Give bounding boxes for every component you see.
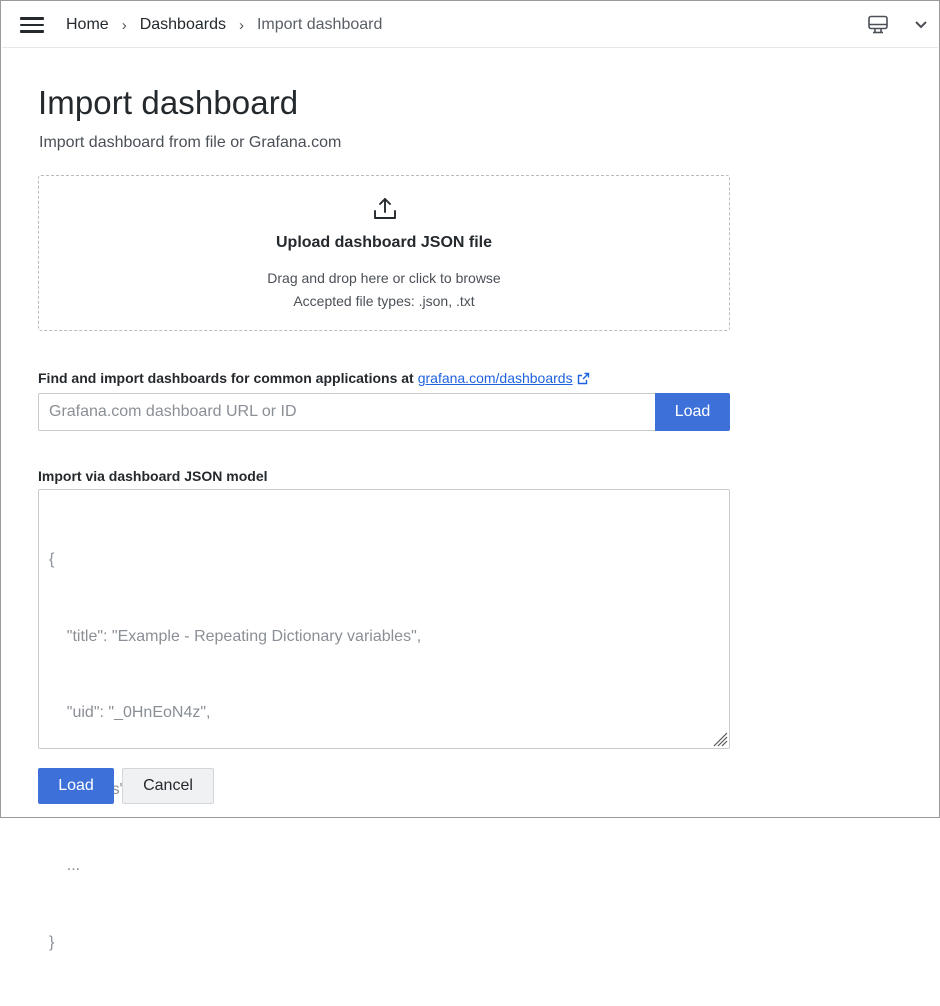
dropzone-accepted-types: Accepted file types: .json, .txt <box>293 293 475 309</box>
dropzone-title: Upload dashboard JSON file <box>275 234 493 251</box>
gcom-load-button[interactable]: Load <box>655 393 730 431</box>
json-placeholder: { "title": "Example - Repeating Dictiona… <box>49 496 421 1006</box>
json-placeholder-line: } <box>49 933 55 951</box>
hamburger-icon[interactable] <box>20 13 48 37</box>
json-placeholder-line: { <box>49 551 55 568</box>
breadcrumb-dashboards[interactable]: Dashboards <box>140 16 226 34</box>
breadcrumb: Home › Dashboards › Import dashboard <box>66 2 382 48</box>
json-model-label: Import via dashboard JSON model <box>38 468 268 484</box>
gcom-dashboards-link[interactable]: grafana.com/dashboards <box>418 370 590 386</box>
cancel-button[interactable]: Cancel <box>122 768 214 804</box>
import-dashboard-page: Home › Dashboards › Import dashboard Imp… <box>0 0 940 951</box>
gcom-url-input[interactable] <box>38 393 656 431</box>
external-link-icon <box>577 372 589 384</box>
json-placeholder-line: ... <box>49 857 81 874</box>
page-subtitle: Import dashboard from file or Grafana.co… <box>39 134 342 151</box>
resize-handle-icon[interactable] <box>710 729 728 747</box>
gcom-field-label: Find and import dashboards for common ap… <box>38 370 590 386</box>
json-placeholder-line: "title": "Example - Repeating Dictionary… <box>49 627 422 645</box>
breadcrumb-separator: › <box>121 16 127 34</box>
gcom-link-text: grafana.com/dashboards <box>417 370 573 386</box>
dropzone-hint: Drag and drop here or click to browse <box>267 270 501 286</box>
chevron-down-icon[interactable] <box>910 15 932 35</box>
json-placeholder-line: "uid": "_0HnEoN4z", <box>49 704 211 721</box>
top-nav-bar: Home › Dashboards › Import dashboard <box>2 2 938 48</box>
json-model-textarea[interactable]: { "title": "Example - Repeating Dictiona… <box>38 489 730 951</box>
breadcrumb-home[interactable]: Home <box>66 16 109 34</box>
page-title: Import dashboard <box>38 84 299 121</box>
breadcrumb-current: Import dashboard <box>256 16 383 33</box>
breadcrumb-separator: › <box>238 16 244 34</box>
file-dropzone[interactable]: Upload dashboard JSON file Drag and drop… <box>38 175 730 331</box>
monitor-icon[interactable] <box>866 14 890 36</box>
upload-icon <box>374 198 396 219</box>
gcom-label-text: Find and import dashboards for common ap… <box>38 370 414 386</box>
load-button[interactable]: Load <box>38 768 114 804</box>
